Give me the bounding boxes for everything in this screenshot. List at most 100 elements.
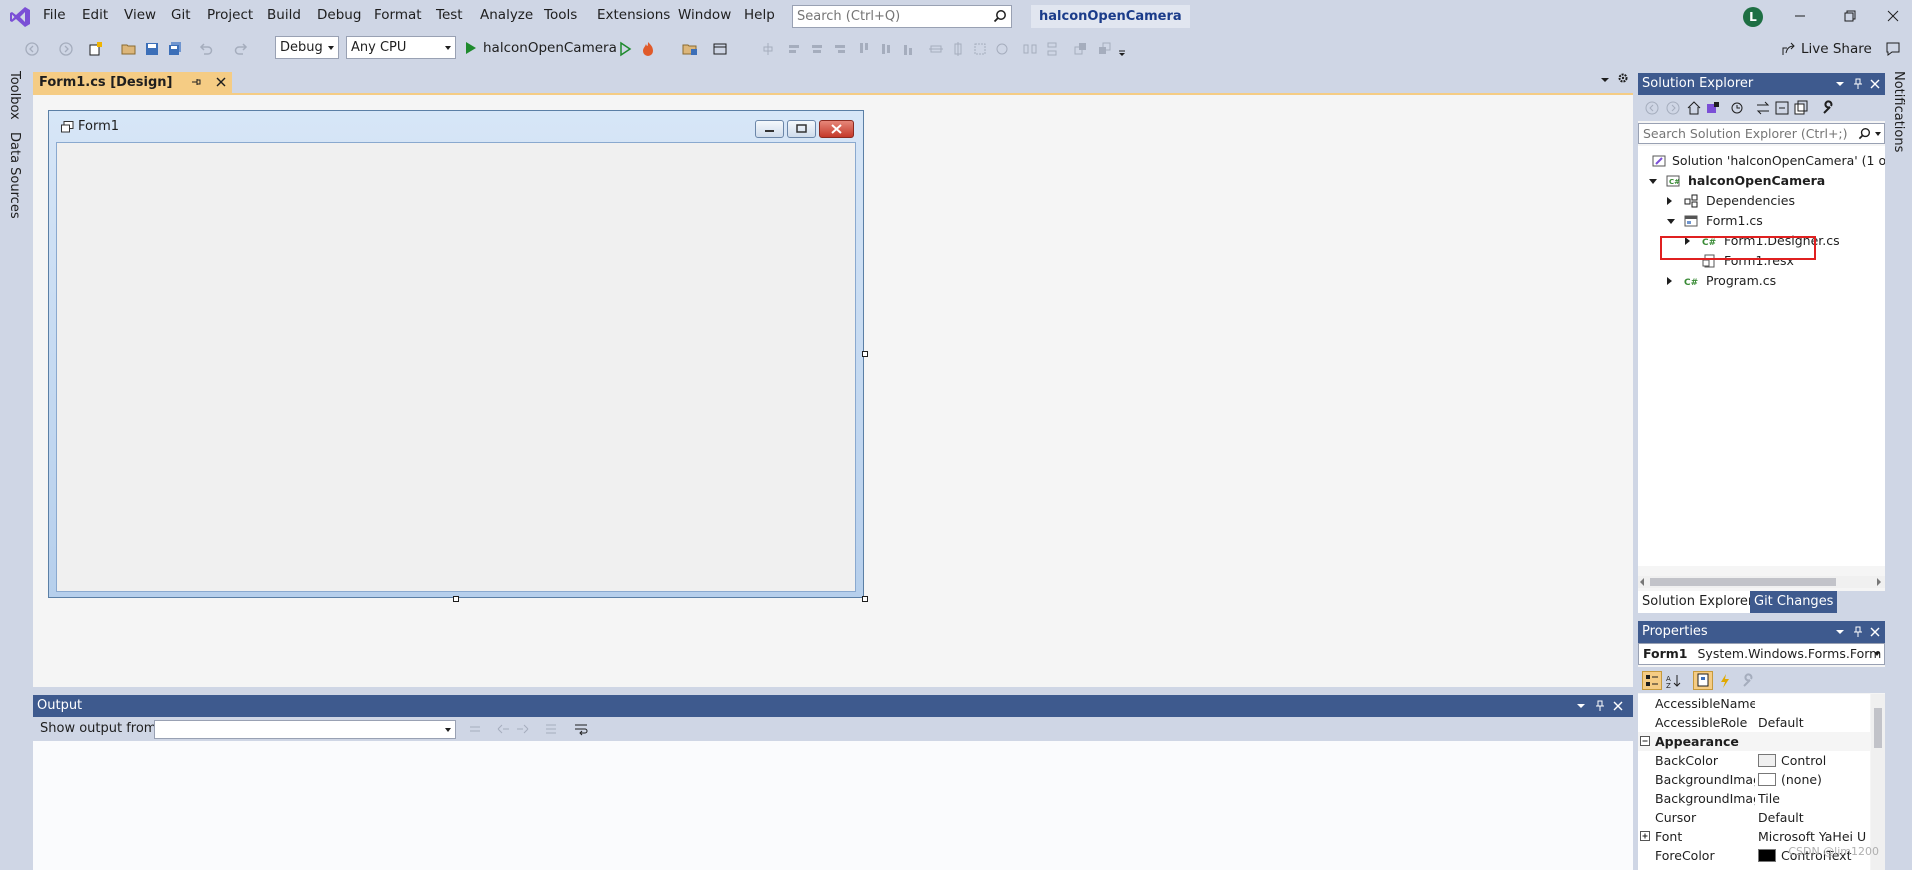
form-close-button[interactable]	[819, 120, 854, 138]
solution-explorer-header[interactable]: Solution Explorer	[1638, 73, 1885, 95]
vertical-spacing-icon[interactable]	[1044, 41, 1060, 57]
form1-design-window[interactable]: Form1	[48, 110, 864, 598]
properties-object-selector[interactable]: Form1 System.Windows.Forms.Form	[1638, 643, 1885, 665]
find-message-icon[interactable]	[467, 721, 483, 737]
align-rights-icon[interactable]	[831, 41, 847, 57]
hot-reload-icon[interactable]	[640, 41, 656, 57]
navigate-back-icon[interactable]	[24, 41, 40, 57]
menu-edit[interactable]: Edit	[82, 7, 108, 23]
menu-view[interactable]: View	[124, 7, 156, 23]
menu-build[interactable]: Build	[267, 7, 301, 23]
collapse-all-icon[interactable]	[1774, 100, 1790, 116]
new-project-icon[interactable]	[88, 41, 104, 57]
expanded-arrow-icon[interactable]	[1649, 179, 1657, 184]
menu-git[interactable]: Git	[171, 7, 191, 23]
close-icon[interactable]	[1870, 79, 1880, 89]
property-row[interactable]: AccessibleRole Default	[1638, 713, 1870, 732]
menu-file[interactable]: File	[43, 7, 66, 23]
form-minimize-button[interactable]	[755, 120, 784, 138]
solution-configuration-combo[interactable]: Debug	[275, 36, 339, 59]
pending-changes-filter-icon[interactable]	[1729, 100, 1745, 116]
events-lightning-icon[interactable]	[1717, 673, 1733, 689]
close-icon[interactable]	[1613, 701, 1623, 711]
scroll-left-icon[interactable]	[1640, 578, 1644, 586]
form-maximize-button[interactable]	[787, 120, 816, 138]
property-value[interactable]: Tile	[1758, 789, 1870, 808]
collapsed-arrow-icon[interactable]	[1667, 197, 1672, 205]
solution-explorer-search-box[interactable]	[1638, 123, 1885, 144]
tab-solution-explorer[interactable]: Solution Explorer	[1638, 591, 1758, 613]
restore-window-button[interactable]	[1836, 5, 1864, 27]
forward-icon[interactable]	[1665, 100, 1681, 116]
menu-format[interactable]: Format	[374, 7, 422, 23]
search-icon[interactable]	[993, 9, 1007, 23]
home-icon[interactable]	[1686, 100, 1702, 116]
menu-help[interactable]: Help	[744, 7, 775, 23]
menu-test[interactable]: Test	[436, 7, 463, 23]
global-search-input[interactable]	[793, 6, 983, 27]
global-search-box[interactable]	[792, 5, 1012, 28]
previous-message-icon[interactable]	[495, 721, 511, 737]
browse-folder-icon[interactable]	[682, 41, 698, 57]
form1-titlebar[interactable]: Form1	[49, 111, 863, 141]
bring-to-front-icon[interactable]	[1073, 41, 1089, 57]
property-value[interactable]: Microsoft YaHei U	[1758, 827, 1870, 846]
save-icon[interactable]	[144, 41, 160, 57]
sync-with-active-document-icon[interactable]	[1755, 100, 1771, 116]
live-share-button[interactable]: Live Share	[1781, 38, 1872, 60]
tree-item-form1-cs[interactable]: Form1.cs	[1638, 211, 1885, 231]
collapsed-arrow-icon[interactable]	[1667, 277, 1672, 285]
expanded-arrow-icon[interactable]	[1667, 219, 1675, 224]
make-same-size-icon[interactable]	[972, 41, 988, 57]
menu-tools[interactable]: Tools	[544, 7, 577, 23]
make-same-height-icon[interactable]	[950, 41, 966, 57]
window-position-dropdown-icon[interactable]	[1835, 80, 1845, 88]
property-row[interactable]: AccessibleName	[1638, 694, 1870, 713]
settings-gear-icon[interactable]	[1617, 72, 1629, 84]
pin-tab-icon[interactable]	[191, 77, 201, 87]
property-pages-icon[interactable]	[1693, 671, 1713, 690]
back-icon[interactable]	[1644, 100, 1660, 116]
layout-icon[interactable]	[712, 41, 728, 57]
show-all-files-icon[interactable]	[1793, 100, 1809, 116]
output-source-select[interactable]	[154, 720, 456, 739]
auto-hide-pin-icon[interactable]	[1853, 626, 1863, 638]
menu-window[interactable]: Window	[678, 7, 731, 23]
menu-debug[interactable]: Debug	[317, 7, 361, 23]
property-value-cell[interactable]: Control	[1758, 751, 1870, 770]
user-avatar[interactable]: L	[1743, 7, 1763, 27]
property-row[interactable]: BackgroundImag (none)	[1638, 770, 1870, 789]
solution-explorer-horizontal-scrollbar[interactable]	[1638, 576, 1885, 588]
chevron-down-icon[interactable]	[1875, 132, 1881, 136]
start-debugging-button[interactable]: halconOpenCamera	[463, 36, 617, 60]
align-middles-icon[interactable]	[878, 41, 894, 57]
clear-all-icon[interactable]	[543, 721, 559, 737]
align-centers-icon[interactable]	[809, 41, 825, 57]
minimize-window-button[interactable]	[1786, 5, 1814, 27]
start-without-debugging-icon[interactable]	[617, 41, 633, 57]
property-wrench-icon[interactable]	[1741, 673, 1757, 689]
tree-item-program-cs[interactable]: C# Program.cs	[1638, 271, 1885, 291]
send-to-back-icon[interactable]	[1097, 41, 1113, 57]
scroll-right-icon[interactable]	[1877, 578, 1881, 586]
auto-hide-pin-icon[interactable]	[1853, 78, 1863, 90]
switch-views-icon[interactable]	[1705, 100, 1721, 116]
close-window-button[interactable]	[1879, 5, 1907, 27]
expand-property-icon[interactable]	[1640, 831, 1650, 841]
align-tops-icon[interactable]	[856, 41, 872, 57]
toolbar-overflow-icon[interactable]	[1117, 41, 1133, 57]
menu-extensions[interactable]: Extensions	[597, 7, 670, 23]
property-value[interactable]: Default	[1758, 713, 1870, 732]
redo-icon[interactable]	[233, 41, 249, 57]
window-position-dropdown-icon[interactable]	[1835, 628, 1845, 636]
auto-hide-pin-icon[interactable]	[1595, 700, 1605, 712]
property-value[interactable]: Default	[1758, 808, 1870, 827]
solution-explorer-search-input[interactable]	[1639, 124, 1854, 143]
output-header[interactable]: Output	[33, 695, 1633, 717]
solution-platform-combo[interactable]: Any CPU	[346, 36, 456, 59]
tab-form1-design[interactable]: Form1.cs [Design]	[33, 72, 232, 94]
tree-item-solution[interactable]: Solution 'halconOpenCamera' (1 of 1	[1638, 151, 1885, 171]
tab-git-changes[interactable]: Git Changes	[1750, 591, 1838, 613]
window-position-dropdown-icon[interactable]	[1576, 702, 1586, 710]
scrollbar-thumb[interactable]	[1874, 708, 1882, 748]
